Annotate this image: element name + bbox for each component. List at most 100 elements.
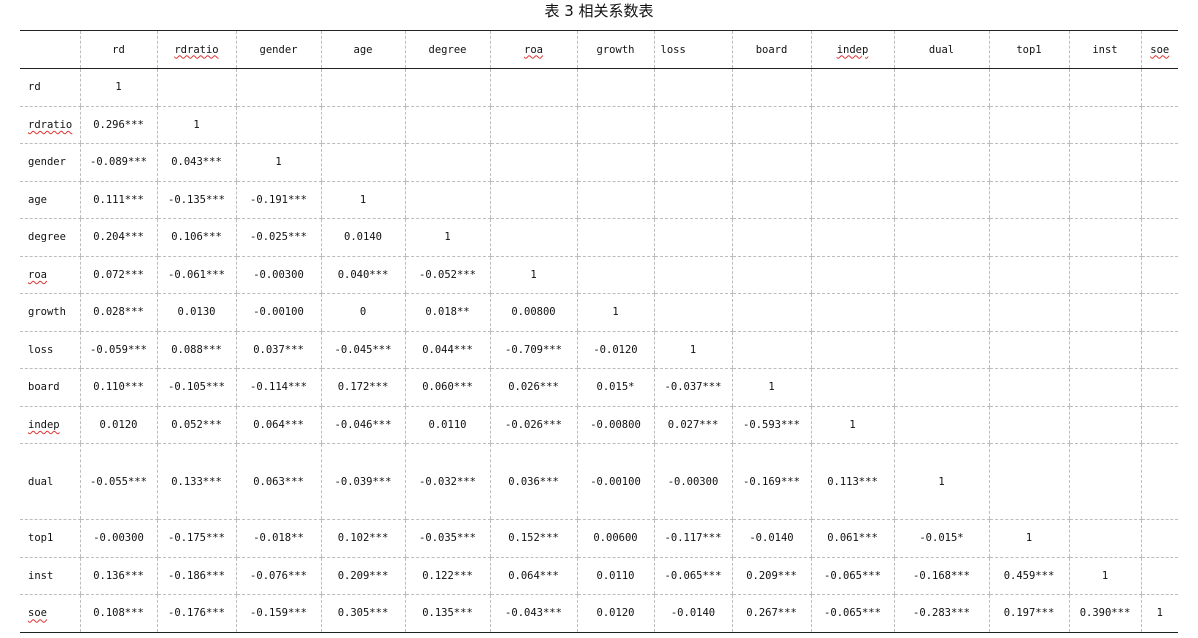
table-cell — [653, 106, 732, 144]
column-header: dual — [893, 30, 989, 69]
table-cell — [576, 256, 654, 294]
table-cell — [988, 143, 1069, 182]
table-cell: 0.043*** — [156, 143, 236, 182]
table-cell — [576, 218, 654, 257]
table-cell: -0.043*** — [489, 594, 577, 633]
table-cell — [893, 106, 989, 144]
table-cell: 1 — [235, 143, 321, 182]
table-cell: -0.076*** — [235, 557, 321, 595]
table-cell — [235, 68, 321, 107]
row-header: growth — [20, 293, 80, 332]
table-cell: 0.111*** — [79, 181, 157, 219]
table-row: board 0.110*** -0.105*** -0.114*** 0.172*** 0… — [20, 368, 1178, 407]
table-cell: -0.0120 — [576, 331, 654, 369]
table-cell — [1068, 443, 1141, 520]
table-cell: 0.0110 — [404, 406, 490, 444]
table-cell: 1 — [320, 181, 405, 219]
table-cell: -0.089*** — [79, 143, 157, 182]
table-cell: 0.040*** — [320, 256, 405, 294]
table-cell — [1140, 406, 1178, 444]
table-cell — [810, 331, 894, 369]
table-cell — [653, 218, 732, 257]
table-cell: -0.00100 — [235, 293, 321, 332]
table-cell: 0.209*** — [320, 557, 405, 595]
header-row: rd rdratio gender age degree roa growth … — [20, 30, 1178, 69]
table-cell: 0.015* — [576, 368, 654, 407]
table-cell: -0.105*** — [156, 368, 236, 407]
table-cell: -0.065*** — [810, 594, 894, 633]
table-cell: 0.133*** — [156, 443, 236, 520]
column-header: top1 — [988, 30, 1069, 69]
row-header: rd — [20, 68, 80, 107]
table-cell — [1068, 218, 1141, 257]
table-cell — [810, 218, 894, 257]
table-cell — [731, 293, 811, 332]
table-cell: 0.027*** — [653, 406, 732, 444]
table-cell: 1 — [893, 443, 989, 520]
table-cell: 0.0130 — [156, 293, 236, 332]
table-cell: -0.055*** — [79, 443, 157, 520]
table-cell: -0.061*** — [156, 256, 236, 294]
table-cell — [1140, 143, 1178, 182]
table-cell: 0.122*** — [404, 557, 490, 595]
table-cell: -0.191*** — [235, 181, 321, 219]
table-cell — [404, 181, 490, 219]
table-cell — [1068, 256, 1141, 294]
correlation-table: rd rdratio gender age degree roa growth … — [20, 30, 1178, 633]
table-row: indep 0.0120 0.052*** 0.064*** -0.046*** 0.01… — [20, 406, 1178, 444]
table-cell — [810, 143, 894, 182]
table-cell — [1140, 368, 1178, 407]
table-cell: 0.0110 — [576, 557, 654, 595]
table-cell — [1140, 181, 1178, 219]
table-cell: 0.108*** — [79, 594, 157, 633]
table-cell — [988, 443, 1069, 520]
row-header: dual — [20, 443, 80, 520]
table-cell — [988, 331, 1069, 369]
table-cell — [576, 143, 654, 182]
column-header: loss — [653, 30, 732, 69]
table-cell — [1068, 331, 1141, 369]
table-cell — [893, 181, 989, 219]
table-cell: 0.172*** — [320, 368, 405, 407]
table-row: top1 -0.00300 -0.175*** -0.018** 0.102*** -0.… — [20, 519, 1178, 558]
table-row: growth 0.028*** 0.0130 -0.00100 0 0.018** 0.00… — [20, 293, 1178, 332]
table-cell: 1 — [988, 519, 1069, 558]
row-header: age — [20, 181, 80, 219]
table-cell — [576, 106, 654, 144]
row-header: board — [20, 368, 80, 407]
table-row: soe 0.108*** -0.176*** -0.159*** 0.305*** 0.1… — [20, 594, 1178, 633]
table-cell: 1 — [1140, 594, 1178, 633]
table-cell: 0.197*** — [988, 594, 1069, 633]
table-cell: 0.267*** — [731, 594, 811, 633]
table-cell — [731, 331, 811, 369]
table-cell: -0.186*** — [156, 557, 236, 595]
table-cell — [1140, 443, 1178, 520]
table-cell: 0.296*** — [79, 106, 157, 144]
table-cell: 0.018** — [404, 293, 490, 332]
table-cell — [810, 293, 894, 332]
table-cell: 0.0120 — [79, 406, 157, 444]
table-cell: -0.00300 — [79, 519, 157, 558]
table-row: age 0.111*** -0.135*** -0.191*** 1 — [20, 181, 1178, 219]
table-cell: -0.065*** — [810, 557, 894, 595]
table-cell — [893, 68, 989, 107]
table-cell: 0.110*** — [79, 368, 157, 407]
table-cell: -0.032*** — [404, 443, 490, 520]
table-cell: 1 — [1068, 557, 1141, 595]
table-cell — [1068, 143, 1141, 182]
table-cell: 0.390*** — [1068, 594, 1141, 633]
table-cell — [1140, 557, 1178, 595]
table-cell — [1068, 181, 1141, 219]
table-row: roa 0.072*** -0.061*** -0.00300 0.040*** -0.0… — [20, 256, 1178, 294]
table-cell: -0.046*** — [320, 406, 405, 444]
table-cell — [1140, 293, 1178, 332]
row-header: loss — [20, 331, 80, 369]
table-cell: -0.026*** — [489, 406, 577, 444]
table-cell — [731, 106, 811, 144]
table-cell — [489, 106, 577, 144]
table-cell: -0.169*** — [731, 443, 811, 520]
table-cell — [404, 106, 490, 144]
table-cell: 1 — [489, 256, 577, 294]
table-cell — [320, 68, 405, 107]
table-row: loss -0.059*** 0.088*** 0.037*** -0.045*** 0.… — [20, 331, 1178, 369]
